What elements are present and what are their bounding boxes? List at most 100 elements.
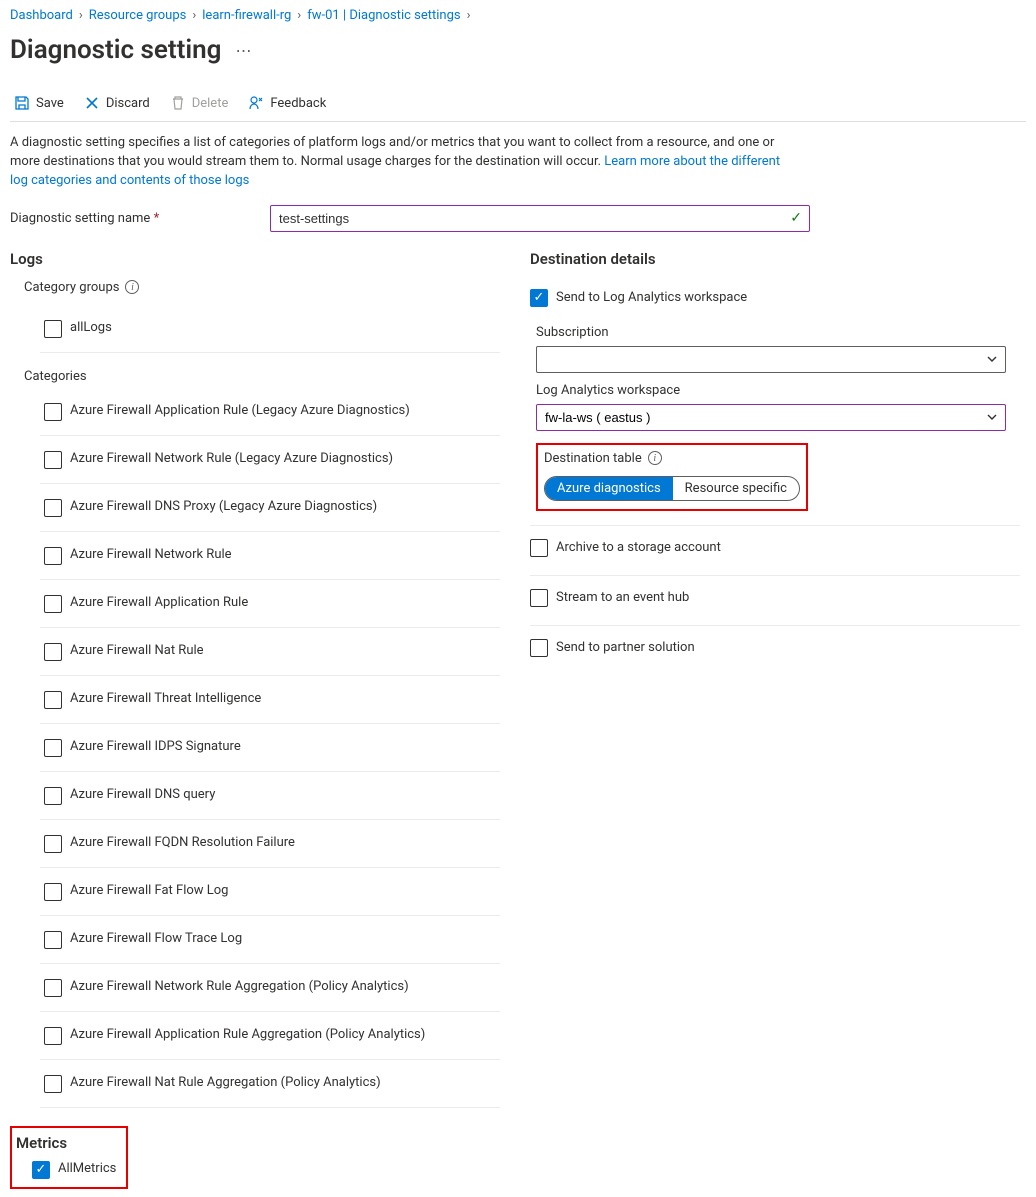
category-checkbox[interactable] xyxy=(44,787,62,805)
archive-storage-label: Archive to a storage account xyxy=(556,540,721,555)
category-row: Azure Firewall Network Rule (Legacy Azur… xyxy=(40,436,500,484)
alllogs-label: allLogs xyxy=(70,319,112,335)
setting-name-label: Diagnostic setting name * xyxy=(10,211,260,226)
discard-label: Discard xyxy=(106,96,150,111)
discard-button[interactable]: Discard xyxy=(84,95,150,111)
category-row: Azure Firewall DNS Proxy (Legacy Azure D… xyxy=(40,484,500,532)
category-row: Azure Firewall Fat Flow Log xyxy=(40,868,500,916)
archive-storage-checkbox[interactable] xyxy=(530,539,548,557)
metrics-highlight: Metrics AllMetrics xyxy=(10,1126,128,1189)
category-label: Azure Firewall Network Rule xyxy=(70,546,232,562)
category-row: Azure Firewall DNS query xyxy=(40,772,500,820)
alllogs-checkbox[interactable] xyxy=(44,320,62,338)
breadcrumb-link[interactable]: Dashboard xyxy=(10,8,73,23)
category-row: Azure Firewall Application Rule xyxy=(40,580,500,628)
subscription-select[interactable] xyxy=(536,346,1006,373)
intro-text: A diagnostic setting specifies a list of… xyxy=(10,134,790,191)
valid-check-icon: ✓ xyxy=(790,210,802,226)
category-checkbox[interactable] xyxy=(44,499,62,517)
breadcrumb-link[interactable]: fw-01 | Diagnostic settings xyxy=(307,8,460,23)
breadcrumb-link[interactable]: learn-firewall-rg xyxy=(202,8,291,23)
category-label: Azure Firewall Network Rule Aggregation … xyxy=(70,978,409,994)
category-row: Azure Firewall IDPS Signature xyxy=(40,724,500,772)
more-menu-icon[interactable]: ⋯ xyxy=(231,41,255,60)
destination-heading: Destination details xyxy=(530,250,1020,268)
category-checkbox[interactable] xyxy=(44,739,62,757)
categories-heading: Categories xyxy=(24,369,500,384)
category-groups-heading: Category groups i xyxy=(24,280,500,295)
chevron-right-icon: › xyxy=(297,8,301,23)
category-row: Azure Firewall Application Rule (Legacy … xyxy=(40,388,500,436)
category-checkbox[interactable] xyxy=(44,883,62,901)
category-row: Azure Firewall Nat Rule xyxy=(40,628,500,676)
save-label: Save xyxy=(36,96,64,111)
category-label: Azure Firewall Fat Flow Log xyxy=(70,882,228,898)
breadcrumb: Dashboard › Resource groups › learn-fire… xyxy=(10,8,1026,23)
category-label: Azure Firewall Application Rule Aggregat… xyxy=(70,1026,425,1042)
category-checkbox[interactable] xyxy=(44,595,62,613)
chevron-right-icon: › xyxy=(192,8,196,23)
category-checkbox[interactable] xyxy=(44,979,62,997)
stream-eventhub-checkbox[interactable] xyxy=(530,589,548,607)
category-checkbox[interactable] xyxy=(44,1075,62,1093)
category-row: Azure Firewall Network Rule xyxy=(40,532,500,580)
category-row: Azure Firewall Application Rule Aggregat… xyxy=(40,1012,500,1060)
category-row: Azure Firewall Nat Rule Aggregation (Pol… xyxy=(40,1060,500,1108)
send-log-analytics-label: Send to Log Analytics workspace xyxy=(556,290,747,305)
workspace-label: Log Analytics workspace xyxy=(536,383,1020,398)
chevron-right-icon: › xyxy=(79,8,83,23)
category-row: Azure Firewall Network Rule Aggregation … xyxy=(40,964,500,1012)
category-label: Azure Firewall Nat Rule Aggregation (Pol… xyxy=(70,1074,381,1090)
category-label: Azure Firewall Flow Trace Log xyxy=(70,930,242,946)
allmetrics-label: AllMetrics xyxy=(58,1160,116,1176)
dest-table-label: Destination table xyxy=(544,451,642,466)
partner-solution-label: Send to partner solution xyxy=(556,640,695,655)
category-label: Azure Firewall FQDN Resolution Failure xyxy=(70,834,295,850)
category-row: Azure Firewall Threat Intelligence xyxy=(40,676,500,724)
category-checkbox[interactable] xyxy=(44,691,62,709)
setting-name-input[interactable] xyxy=(270,205,810,232)
category-label: Azure Firewall Application Rule xyxy=(70,594,248,610)
send-log-analytics-checkbox[interactable] xyxy=(530,289,548,307)
workspace-select[interactable]: fw-la-ws ( eastus ) xyxy=(536,404,1006,431)
command-bar: Save Discard Delete Feedback xyxy=(10,91,1026,122)
breadcrumb-link[interactable]: Resource groups xyxy=(89,8,187,23)
toggle-resource-specific[interactable]: Resource specific xyxy=(673,477,799,500)
feedback-label: Feedback xyxy=(270,96,326,111)
info-icon[interactable]: i xyxy=(125,280,139,294)
category-checkbox[interactable] xyxy=(44,547,62,565)
category-checkbox[interactable] xyxy=(44,931,62,949)
category-label: Azure Firewall Threat Intelligence xyxy=(70,690,261,706)
category-checkbox[interactable] xyxy=(44,403,62,421)
subscription-label: Subscription xyxy=(536,325,1020,340)
delete-button: Delete xyxy=(170,95,229,111)
category-checkbox[interactable] xyxy=(44,835,62,853)
logs-heading: Logs xyxy=(10,250,500,268)
category-label: Azure Firewall Network Rule (Legacy Azur… xyxy=(70,450,393,466)
dest-table-highlight: Destination table i Azure diagnostics Re… xyxy=(536,443,808,511)
categories-list: Azure Firewall Application Rule (Legacy … xyxy=(40,388,500,1108)
category-label: Azure Firewall DNS query xyxy=(70,786,215,802)
toggle-azure-diagnostics[interactable]: Azure diagnostics xyxy=(545,477,673,500)
category-label: Azure Firewall IDPS Signature xyxy=(70,738,241,754)
stream-eventhub-label: Stream to an event hub xyxy=(556,590,689,605)
allmetrics-row: AllMetrics xyxy=(14,1160,120,1181)
close-icon xyxy=(84,95,100,111)
category-checkbox[interactable] xyxy=(44,643,62,661)
feedback-button[interactable]: Feedback xyxy=(248,95,326,111)
save-icon xyxy=(14,95,30,111)
trash-icon xyxy=(170,95,186,111)
category-row: Azure Firewall FQDN Resolution Failure xyxy=(40,820,500,868)
page-title: Diagnostic setting xyxy=(10,35,221,65)
info-icon[interactable]: i xyxy=(648,451,662,465)
allmetrics-checkbox[interactable] xyxy=(32,1161,50,1179)
chevron-right-icon: › xyxy=(467,8,471,23)
feedback-icon xyxy=(248,95,264,111)
category-row: Azure Firewall Flow Trace Log xyxy=(40,916,500,964)
save-button[interactable]: Save xyxy=(14,95,64,111)
partner-solution-checkbox[interactable] xyxy=(530,639,548,657)
category-checkbox[interactable] xyxy=(44,451,62,469)
dest-table-toggle: Azure diagnostics Resource specific xyxy=(544,476,800,501)
category-label: Azure Firewall Nat Rule xyxy=(70,642,204,658)
category-checkbox[interactable] xyxy=(44,1027,62,1045)
